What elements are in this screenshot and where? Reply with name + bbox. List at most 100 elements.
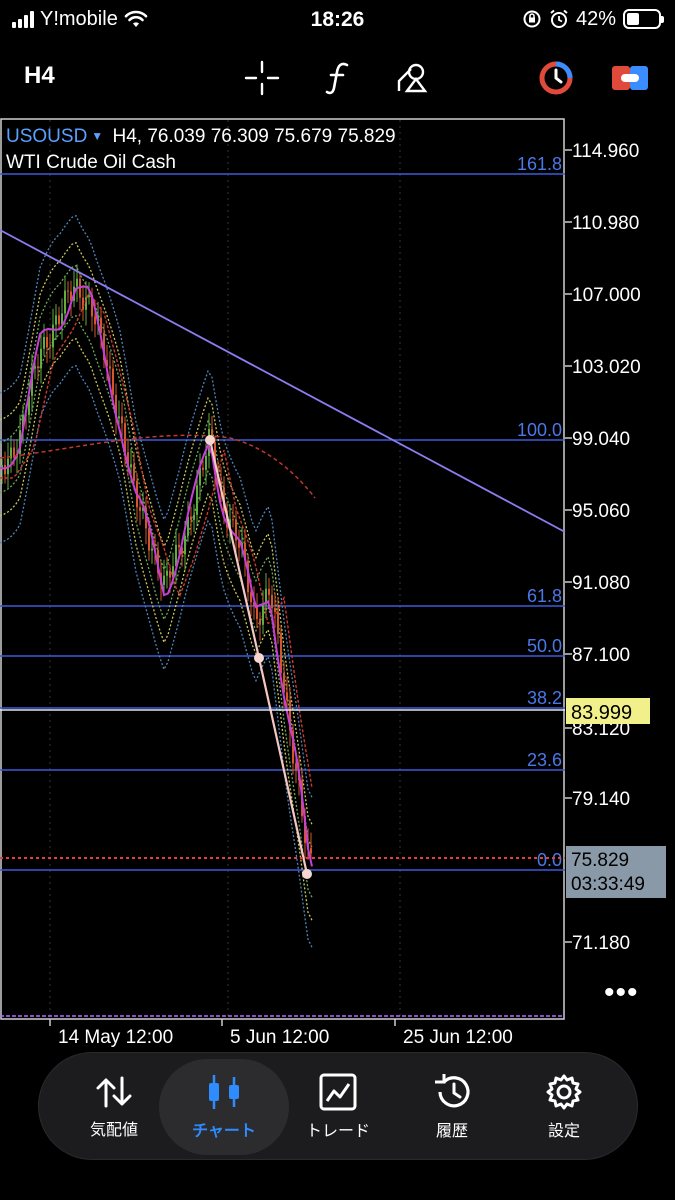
- orientation-lock-icon: [523, 10, 541, 28]
- nav-settings[interactable]: 設定: [499, 1059, 629, 1155]
- fib-level-label: 0.0: [537, 850, 562, 870]
- price-label: 91.080: [572, 573, 630, 594]
- nav-label-settings: 設定: [547, 1123, 580, 1140]
- zigzag-point[interactable]: [302, 869, 312, 879]
- battery-icon: [623, 9, 664, 29]
- price-label: 114.960: [572, 141, 639, 162]
- candle-body: [37, 366, 39, 369]
- fib-level-label: 38.2: [527, 688, 562, 708]
- symbol-name[interactable]: USOUSD: [6, 126, 87, 147]
- chart-icon: [209, 1075, 239, 1109]
- fib-level-label: 161.8: [517, 154, 562, 174]
- candle-body: [64, 290, 66, 314]
- history-icon: [435, 1074, 470, 1108]
- candle-body: [202, 467, 204, 470]
- candle-body: [112, 368, 114, 395]
- candle-body: [61, 313, 63, 325]
- candle-body: [163, 575, 165, 585]
- candle-body: [43, 336, 45, 349]
- timeframe-button[interactable]: H4: [24, 62, 55, 90]
- instrument-description: WTI Crude Oil Cash: [6, 152, 176, 173]
- price-label: 110.980: [572, 213, 639, 234]
- candle-body: [82, 297, 84, 310]
- timeframe-label: H4,: [112, 126, 143, 147]
- account-button[interactable]: [608, 56, 652, 100]
- chart-frame: [0, 118, 565, 1020]
- candle-body: [46, 336, 48, 348]
- bar-countdown: 03:33:49: [571, 874, 645, 895]
- candle-body: [121, 416, 123, 424]
- nav-trade[interactable]: トレード: [273, 1059, 403, 1155]
- candle-body: [271, 594, 273, 609]
- function-icon: [325, 62, 349, 95]
- candle-body: [133, 464, 135, 481]
- ohlc-values: 76.039 76.309 75.679 75.829: [147, 126, 396, 147]
- trend-line[interactable]: [0, 229, 566, 533]
- candle-body: [55, 315, 57, 325]
- candle-body: [49, 347, 51, 349]
- candle-body: [85, 297, 87, 310]
- candle-body: [193, 514, 195, 520]
- alarm-icon: [550, 9, 568, 28]
- nav-label-history: 履歴: [435, 1123, 468, 1140]
- candle-body: [277, 611, 279, 634]
- symbol-dropdown-icon[interactable]: ▼: [91, 129, 103, 143]
- candles-layer: [1, 264, 312, 866]
- quotes-icon: [96, 1076, 132, 1108]
- crosshair-icon: [244, 60, 280, 96]
- fib-level-label: 100.0: [517, 420, 562, 440]
- chart-type-button[interactable]: [534, 56, 578, 100]
- time-axis: 14 May 12:00 5 Jun 12:00 25 Jun 12:00: [49, 1019, 513, 1048]
- battery-percent: 42%: [575, 7, 616, 30]
- price-label: 99.040: [572, 429, 630, 450]
- chart-toolbar: H4: [0, 48, 675, 108]
- account-icon: [612, 66, 648, 90]
- price-label: 103.020: [572, 357, 641, 378]
- candle-body: [310, 848, 312, 854]
- candle-body: [76, 278, 78, 287]
- time-label: 25 Jun 12:00: [403, 1027, 513, 1048]
- moving-average-slow: [0, 294, 313, 789]
- zigzag-point[interactable]: [254, 653, 264, 663]
- candle-body: [280, 633, 282, 673]
- candle-body: [178, 544, 180, 548]
- candle-body: [58, 315, 60, 325]
- chart-canvas[interactable]: 161.8 100.0 61.8 50.0 38.2 23.6 0.0 114.960 110…: [0, 118, 675, 1058]
- time-label: 14 May 12:00: [58, 1027, 173, 1048]
- fib-level-label: 50.0: [527, 636, 562, 656]
- status-bar: Y!mobile 18:26 42%: [0, 0, 675, 40]
- fib-level-label: 23.6: [527, 750, 562, 770]
- candle-body: [169, 570, 171, 578]
- candle-body: [196, 485, 198, 515]
- candle-body: [151, 548, 153, 551]
- nav-chart[interactable]: チャート: [159, 1059, 289, 1155]
- zigzag-point[interactable]: [205, 435, 215, 445]
- moving-average-fast: [0, 285, 313, 867]
- objects-button[interactable]: [390, 56, 434, 100]
- bottom-navigation: 気配値 チャート トレード 履歴 設定: [38, 1052, 638, 1160]
- more-options-icon[interactable]: •••: [604, 976, 639, 1010]
- candle-body: [166, 570, 168, 576]
- candle-body: [286, 692, 288, 701]
- trade-icon: [319, 1073, 357, 1111]
- candle-body: [232, 519, 234, 521]
- candle-body: [184, 535, 186, 555]
- candle-body: [259, 619, 261, 625]
- price-label: 71.180: [572, 933, 630, 954]
- candle-body: [67, 290, 69, 292]
- band-line: [0, 337, 313, 921]
- price-chart[interactable]: 161.8 100.0 61.8 50.0 38.2 23.6 0.0 114.960 110…: [0, 118, 675, 1058]
- candle-body: [268, 588, 270, 595]
- candle-body: [94, 316, 96, 325]
- price-label: 79.140: [572, 789, 630, 810]
- candle-body: [118, 416, 120, 419]
- candle-body: [40, 348, 42, 369]
- current-price-tag: 75.829: [571, 850, 629, 871]
- indicators-button[interactable]: [316, 56, 360, 100]
- nav-history[interactable]: 履歴: [387, 1059, 517, 1155]
- candle-body: [274, 608, 276, 612]
- candle-body: [148, 528, 150, 551]
- crosshair-button[interactable]: [240, 56, 284, 100]
- candle-body: [139, 507, 141, 511]
- price-label: 95.060: [572, 501, 630, 522]
